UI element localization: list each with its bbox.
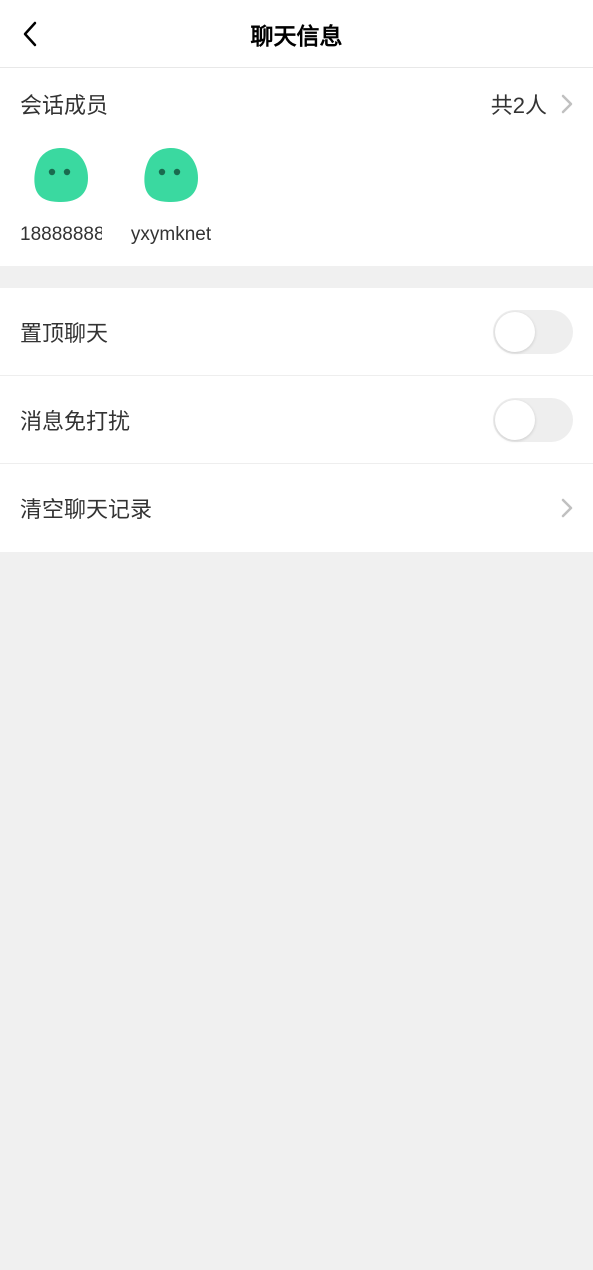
members-label: 会话成员 [20,88,108,120]
page-title: 聊天信息 [0,17,593,51]
member-name: yxymknet [131,224,211,246]
member-item[interactable]: yxymknet [130,144,212,246]
toggle-knob [495,400,535,440]
members-header: 会话成员 共2人 [20,88,573,120]
clear-history-label: 清空聊天记录 [20,492,152,524]
mute-label: 消息免打扰 [20,404,130,436]
avatar [30,144,92,206]
mute-toggle[interactable] [493,398,573,442]
members-list: 18888888 yxymknet [20,144,573,246]
avatar [140,144,202,206]
members-count-link[interactable]: 共2人 [491,88,573,120]
toggle-knob [495,312,535,352]
header: 聊天信息 [0,0,593,68]
settings-section: 置顶聊天 消息免打扰 清空聊天记录 [0,288,593,552]
chevron-left-icon [22,21,38,47]
mute-row: 消息免打扰 [0,376,593,464]
clear-history-row[interactable]: 清空聊天记录 [0,464,593,552]
members-count: 共2人 [491,88,547,120]
pin-chat-row: 置顶聊天 [0,288,593,376]
chevron-right-icon [561,94,573,114]
pin-chat-label: 置顶聊天 [20,316,108,348]
chevron-right-icon [561,498,573,518]
pin-chat-toggle[interactable] [493,310,573,354]
member-name: 18888888 [20,224,102,246]
member-item[interactable]: 18888888 [20,144,102,246]
members-section: 会话成员 共2人 18888888 [0,68,593,266]
back-button[interactable] [18,22,42,46]
